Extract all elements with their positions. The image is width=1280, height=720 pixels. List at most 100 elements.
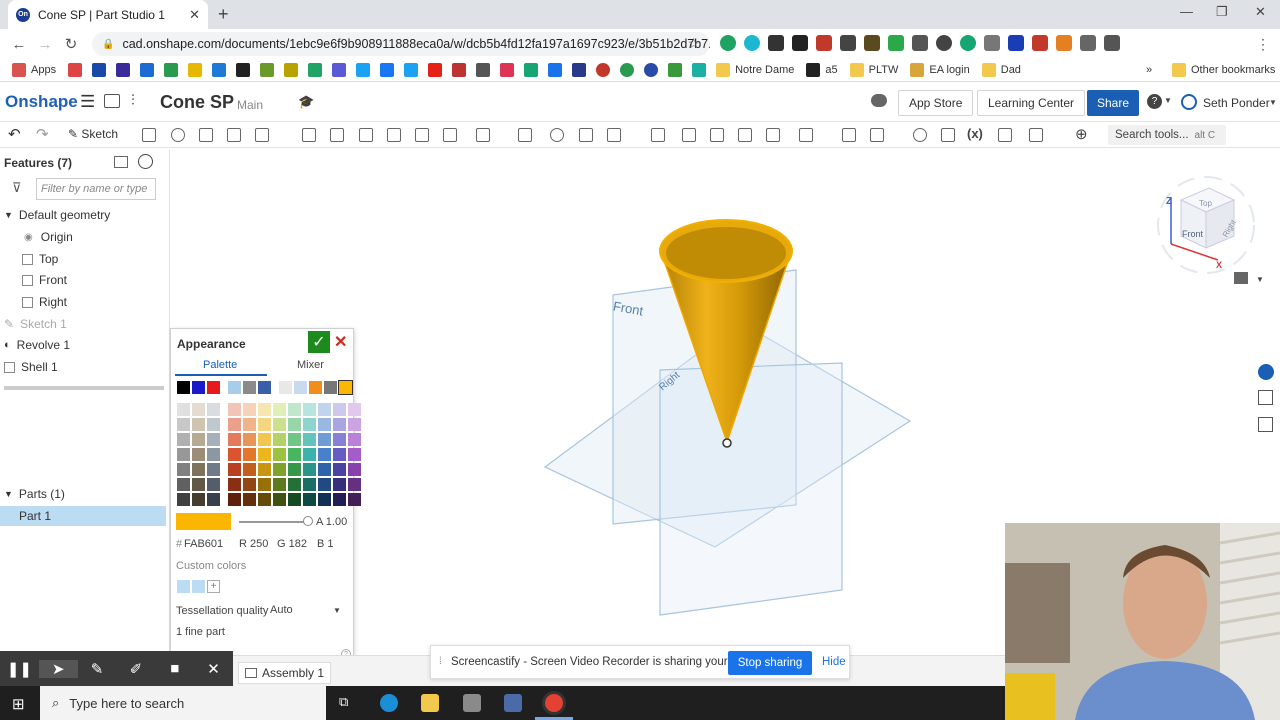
extension-icon[interactable] [792, 35, 808, 51]
url-field[interactable]: 🔒 cad.onshape.com/documents/1ebc9e6f9b90… [92, 32, 710, 56]
add-folder-icon[interactable] [114, 156, 128, 168]
bookmark-icon[interactable] [308, 63, 323, 77]
delete-part-icon[interactable] [651, 128, 665, 142]
palette-swatch[interactable] [324, 381, 337, 394]
mirror-icon[interactable] [518, 128, 532, 142]
stop-sharing-button[interactable]: Stop sharing [728, 651, 812, 675]
rib-icon[interactable] [387, 128, 401, 142]
sketch-button[interactable]: ✎ Sketch [68, 127, 118, 141]
appearance-panel-icon[interactable] [1258, 364, 1274, 380]
palette-swatch[interactable] [258, 403, 271, 416]
palette-swatch[interactable] [243, 493, 256, 506]
palette-swatch[interactable] [288, 478, 301, 491]
palette-swatch[interactable] [177, 463, 190, 476]
palette-swatch[interactable] [288, 403, 301, 416]
palette-swatch[interactable] [318, 433, 331, 446]
palette-swatch[interactable] [192, 381, 205, 394]
transform-icon[interactable] [607, 128, 621, 142]
green-field[interactable]: G 182 [277, 538, 307, 550]
bookmark-icon[interactable] [572, 63, 587, 77]
bookmark-other[interactable]: Other bookmarks [1172, 63, 1275, 77]
palette-swatch[interactable] [333, 478, 346, 491]
pause-icon[interactable]: ❚❚ [0, 660, 39, 678]
hide-button[interactable]: Hide [822, 656, 846, 668]
branch-name[interactable]: Main [237, 98, 263, 112]
tree-scrollbar[interactable] [4, 386, 164, 390]
palette-swatch[interactable] [338, 380, 353, 395]
document-name[interactable]: Cone SP [160, 92, 234, 113]
sheet-metal-icon[interactable] [870, 128, 884, 142]
palette-swatch[interactable] [273, 448, 286, 461]
palette-swatch[interactable] [348, 493, 361, 506]
bookmark-icon[interactable] [116, 63, 131, 77]
chevron-down-icon[interactable]: ▼ [4, 489, 13, 499]
drag-handle-icon[interactable]: ⁞ [439, 656, 442, 667]
bookmark-icon[interactable] [500, 63, 515, 77]
add-custom-color-icon[interactable]: + [207, 580, 220, 593]
palette-swatch[interactable] [333, 433, 346, 446]
measure-icon[interactable] [913, 128, 927, 142]
palette-swatch[interactable] [309, 381, 322, 394]
windows-start-icon[interactable]: ⊞ [12, 695, 25, 713]
bookmark-icon[interactable] [596, 63, 611, 77]
palette-swatch[interactable] [333, 403, 346, 416]
bookmark-dad[interactable]: Dad [981, 63, 1021, 77]
palette-swatch[interactable] [288, 418, 301, 431]
onshape-logo[interactable]: Onshape [5, 92, 78, 112]
split-icon[interactable] [579, 128, 593, 142]
palette-swatch[interactable] [177, 381, 190, 394]
palette-swatch[interactable] [348, 433, 361, 446]
parts-tree-icon[interactable]: ⫶ [131, 92, 135, 109]
chevron-down-icon[interactable]: ▼ [1256, 275, 1264, 284]
bookmark-icon[interactable] [476, 63, 491, 77]
palette-swatch[interactable] [288, 448, 301, 461]
palette-swatch[interactable] [303, 403, 316, 416]
custom-color-swatch[interactable] [177, 580, 190, 593]
tab-mixer[interactable]: Mixer [297, 359, 324, 371]
palette-swatch[interactable] [303, 463, 316, 476]
reload-icon[interactable]: ↻ [58, 35, 84, 53]
accept-button[interactable]: ✓ [308, 331, 330, 353]
palette-swatch[interactable] [192, 433, 205, 446]
modify-fillet-icon[interactable] [682, 128, 696, 142]
chamfer-icon[interactable] [330, 128, 344, 142]
cursor-icon[interactable]: ➤ [38, 659, 78, 678]
boolean-icon[interactable] [550, 128, 564, 142]
bookmark-icon[interactable] [188, 63, 203, 77]
close-tab-icon[interactable]: ✕ [189, 7, 200, 23]
parts-panel-icon[interactable] [1258, 390, 1273, 405]
palette-swatch[interactable] [243, 433, 256, 446]
bookmark-icon[interactable] [548, 63, 563, 77]
app-icon[interactable] [463, 694, 481, 712]
palette-swatch[interactable] [333, 463, 346, 476]
more-icon[interactable]: ⋮ [1256, 36, 1270, 53]
palette-swatch[interactable] [207, 403, 220, 416]
user-avatar-icon[interactable] [1181, 94, 1197, 110]
extension-icon[interactable] [1032, 35, 1048, 51]
twitter-icon[interactable] [404, 63, 419, 77]
config-panel-icon[interactable] [1258, 417, 1273, 432]
forward-icon[interactable]: → [32, 36, 58, 53]
tree-item-sketch-1[interactable]: ✎ Sketch 1 [4, 317, 67, 331]
palette-swatch[interactable] [288, 433, 301, 446]
redo-icon[interactable]: ↷ [36, 125, 49, 143]
assembly-tab[interactable]: Assembly 1 [238, 662, 332, 684]
task-view-icon[interactable]: ⧉ [339, 694, 348, 710]
hex-field[interactable]: FAB601 [184, 538, 223, 550]
revolve-icon[interactable] [171, 128, 185, 142]
palette-swatch[interactable] [303, 493, 316, 506]
variable-icon[interactable]: (x) [967, 126, 983, 141]
palette-swatch[interactable] [273, 433, 286, 446]
palette-swatch[interactable] [228, 418, 241, 431]
palette-swatch[interactable] [273, 493, 286, 506]
close-recorder-icon[interactable]: ✕ [194, 660, 233, 678]
extension-icon[interactable] [864, 35, 880, 51]
custom-feature-icon[interactable] [1029, 128, 1043, 142]
extension-icon[interactable] [768, 35, 784, 51]
palette-swatch[interactable] [318, 478, 331, 491]
alpha-slider[interactable] [239, 521, 311, 523]
palette-swatch[interactable] [228, 403, 241, 416]
palette-swatch[interactable] [177, 418, 190, 431]
chevron-down-icon[interactable]: ▼ [1164, 96, 1172, 105]
shell-icon[interactable] [415, 128, 429, 142]
